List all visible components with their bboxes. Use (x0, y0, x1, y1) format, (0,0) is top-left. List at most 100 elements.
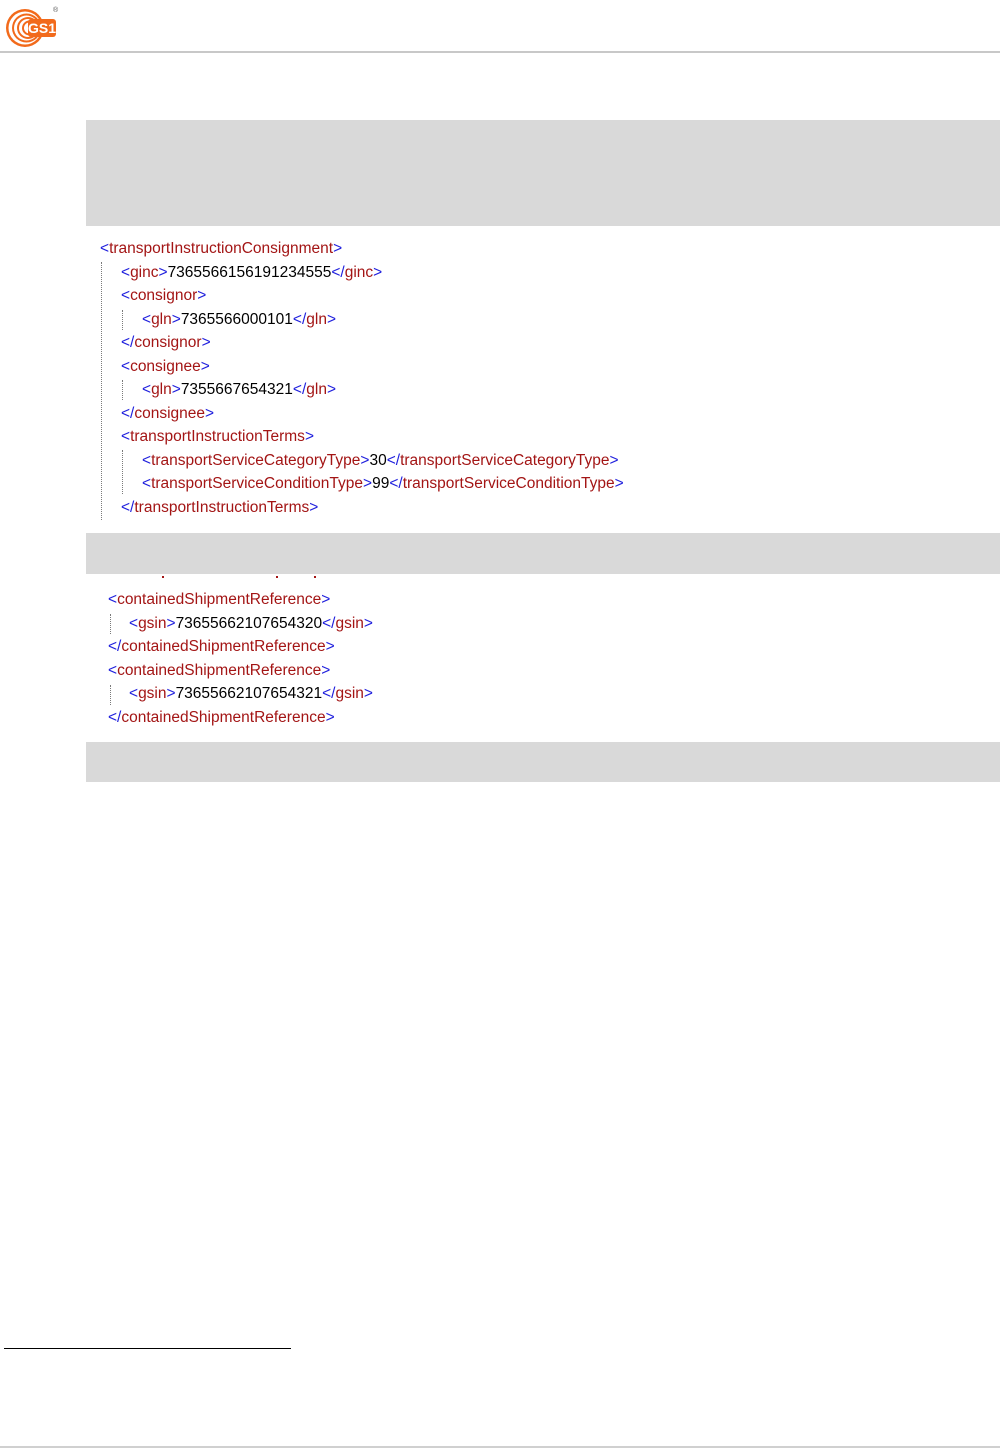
bracket: < (142, 310, 152, 328)
indent-guide (122, 380, 123, 400)
gray-band-bottom (86, 742, 1000, 782)
bracket: > (166, 614, 176, 632)
indent-guide (122, 310, 123, 330)
indent-guide (110, 614, 111, 634)
bracket: </ (292, 381, 307, 398)
tag-name: gln (306, 310, 327, 328)
bracket: > (205, 404, 215, 422)
bracket: > (325, 638, 335, 655)
tag-name: transportInstructionTerms (134, 498, 310, 516)
tag-name: gln (151, 310, 172, 328)
tag-name: gsin (138, 685, 167, 702)
tag-name: transportServiceConditionType (151, 475, 364, 492)
xml-line: <gsin>73655662107654320</gsin> (108, 612, 373, 636)
tag-name: transportInstructionConsignment (109, 240, 334, 257)
bracket: < (142, 475, 152, 492)
footnote-rule (4, 1348, 291, 1349)
xml-line: <transportInstructionConsignment> (100, 237, 624, 261)
bracket: < (121, 263, 131, 281)
element-value: 30 (369, 451, 387, 469)
xml-line: <containedShipmentReference> (108, 588, 373, 612)
bracket: < (142, 381, 152, 398)
tag-name: consignor (130, 287, 198, 304)
bracket: > (363, 475, 373, 492)
tag-name: transportServiceCategoryType (400, 451, 610, 469)
bracket: > (614, 475, 624, 492)
element-value: 7365566156191234555 (167, 263, 332, 281)
tag-name: transportServiceConditionType (402, 475, 615, 492)
xml-line: </consignor> (100, 331, 624, 355)
bracket: </ (108, 708, 122, 726)
bracket: > (321, 661, 331, 679)
bracket: </ (292, 310, 307, 328)
footer-rule (0, 1446, 1000, 1448)
tag-name: ginc (130, 263, 159, 281)
bracket: < (142, 451, 152, 469)
bracket: < (129, 685, 139, 702)
gray-band-top (86, 120, 1000, 226)
bracket: > (166, 685, 176, 702)
tag-name: containedShipmentReference (117, 661, 322, 679)
xml-line: <gsin>73655662107654321</gsin> (108, 682, 373, 706)
logo-registered-mark: ® (53, 6, 59, 14)
xml-code-block-1: <transportInstructionConsignment> <ginc>7… (100, 237, 624, 519)
header-rule (0, 51, 1000, 53)
element-value: 99 (372, 475, 390, 492)
bracket: > (309, 498, 319, 516)
tag-name: gln (306, 381, 327, 398)
bracket: </ (121, 334, 135, 351)
bracket: > (326, 310, 336, 328)
element-value: 7355667654321 (180, 381, 293, 398)
bracket: > (321, 591, 331, 608)
bracket: < (121, 357, 131, 375)
tag-name: gsin (335, 614, 364, 632)
bracket: > (171, 310, 181, 328)
gray-band-middle (86, 533, 1000, 574)
tag-name: containedShipmentReference (117, 591, 322, 608)
bracket: > (201, 334, 211, 351)
tag-name: consignee (134, 404, 206, 422)
bracket: > (333, 240, 343, 257)
bracket: < (108, 591, 118, 608)
xml-line: <transportServiceCategoryType>30</transp… (100, 449, 624, 473)
bracket: > (325, 708, 335, 726)
logo-text: GS1 (28, 20, 56, 36)
bracket: </ (386, 451, 401, 469)
tag-name: transportInstructionTerms (130, 428, 305, 445)
xml-line: </containedShipmentReference> (108, 706, 373, 730)
xml-line: </transportInstructionTerms> (100, 496, 624, 520)
bracket: > (158, 263, 168, 281)
bracket: > (363, 685, 373, 702)
xml-line: </containedShipmentReference> (108, 635, 373, 659)
tag-name: consignor (134, 334, 202, 351)
bracket: > (200, 357, 210, 375)
indent-guide (122, 450, 123, 494)
tag-name: gln (151, 381, 172, 398)
xml-line: <gln>7355667654321</gln> (100, 378, 624, 402)
element-value: 73655662107654320 (175, 614, 323, 632)
bracket: < (100, 240, 110, 257)
xml-line: <ginc>7365566156191234555</ginc> (100, 261, 624, 285)
xml-line: <consignee> (100, 355, 624, 379)
bracket: < (129, 614, 139, 632)
bracket: < (121, 287, 131, 304)
bracket: > (373, 263, 383, 281)
bracket: > (171, 381, 181, 398)
bracket: </ (108, 638, 122, 655)
bracket: > (304, 428, 314, 445)
tag-name: containedShipmentReference (121, 708, 326, 726)
bracket: < (121, 428, 131, 445)
xml-line: </consignee> (100, 402, 624, 426)
xml-line: <transportInstructionTerms> (100, 425, 624, 449)
bracket: > (363, 614, 373, 632)
bracket: </ (331, 263, 345, 281)
bracket: > (609, 451, 619, 469)
bracket: </ (322, 685, 336, 702)
tag-name: transportServiceCategoryType (151, 451, 361, 469)
xml-line: <containedShipmentReference> (108, 659, 373, 683)
element-value: 73655662107654321 (175, 685, 323, 702)
bracket: > (197, 287, 207, 304)
bracket: </ (389, 475, 403, 492)
tag-name: gsin (335, 685, 364, 702)
xml-line: <consignor> (100, 284, 624, 308)
